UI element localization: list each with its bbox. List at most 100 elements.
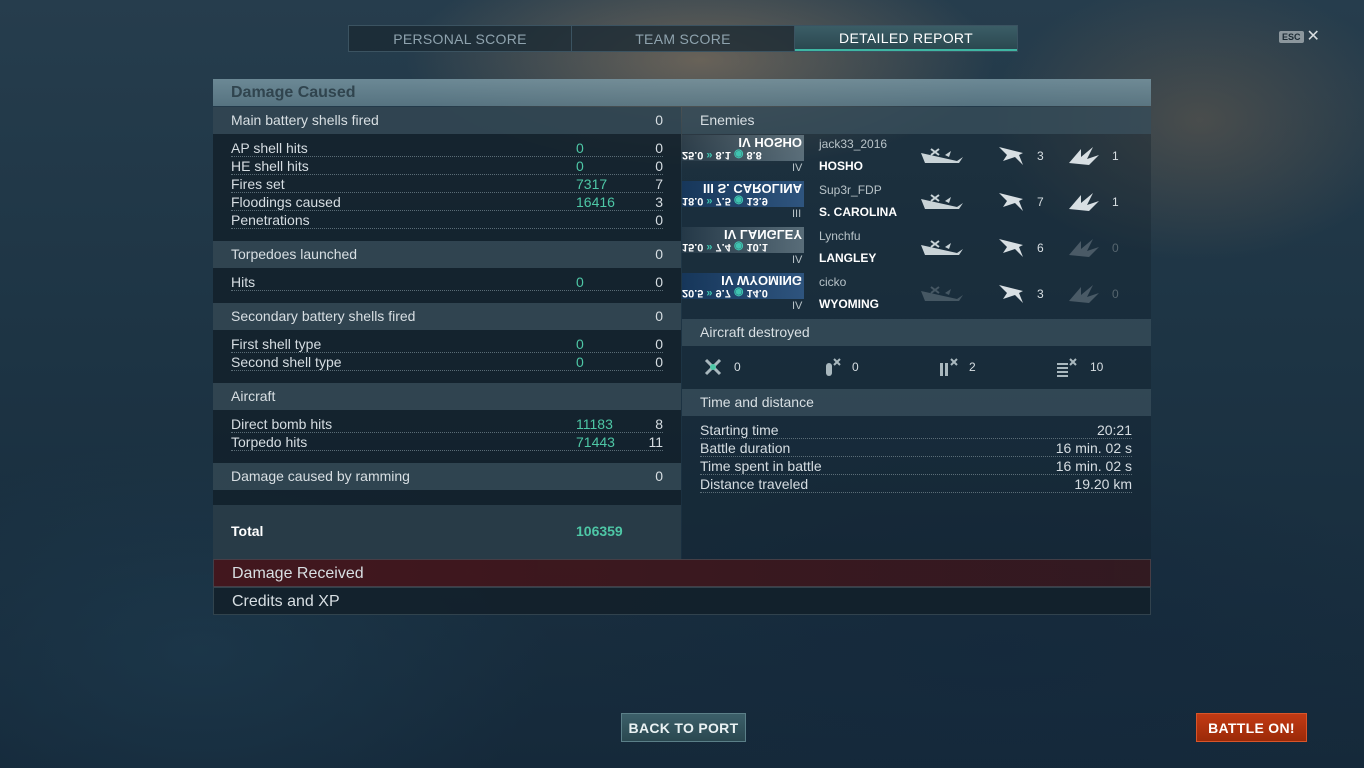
fighter-icon [704,358,722,376]
ship-plate: III S. CAROLINA 18.0» 7.5 ◉ 13.9 [682,181,804,207]
squadron-destroyed: 10 [1054,356,1103,378]
table-row: Battle duration 16 min. 02 s [700,440,1132,457]
table-row: First shell type 0 0 [231,336,663,353]
table-row: Time spent in battle 16 min. 02 s [700,458,1132,475]
torpedo-hit-icon [1067,281,1101,303]
stat-a: 18.0 [682,195,704,207]
bombers-destroyed: 0 [820,356,859,378]
damage-caused-header[interactable]: Damage Caused [213,79,1151,106]
total-label: Total [231,523,264,539]
ship-tier: IV [792,254,803,266]
close-button[interactable]: ESC ✕ [1279,29,1320,45]
secondary-label: Secondary battery shells fired [231,308,416,324]
table-row: Starting time 20:21 [700,422,1132,439]
damage-received-section[interactable]: Damage Received [213,559,1151,587]
plane-icon [997,143,1027,165]
enemy-row: IV WYOMING 20.5» 9.7 ◉ 14.0 IV cicko WYOM… [682,273,1151,319]
torpedoes-header: Torpedoes launched 0 [213,241,681,268]
ship-plate-stats: 18.0» 7.5 ◉ 13.9 [682,194,804,207]
total-value: 106359 [576,523,623,539]
tab-team-score[interactable]: TEAM SCORE [572,26,795,51]
torpedo-bombers-destroyed: 2 [937,356,976,378]
fighters-destroyed-value: 0 [734,360,741,374]
ship-name: WYOMING [819,297,879,311]
player-name: Sup3r_FDP [819,183,882,197]
secondary-count: 0 [655,308,663,324]
stat-a: 15.0 [682,241,704,253]
planes-count: 3 [1037,287,1044,301]
bomber-icon [826,358,841,376]
stat-b: 8.1 [715,149,731,161]
plane-icon [997,235,1027,257]
ship-plate: IV WYOMING 20.5» 9.7 ◉ 14.0 [682,273,804,299]
stat-a: 25.0 [682,149,704,161]
squadron-icon [1057,358,1077,377]
plane-icon [997,281,1027,303]
table-row: Hits 0 0 [231,274,663,291]
torpedo-count: 0 [1112,287,1119,301]
table-row: AP shell hits 0 0 [231,140,663,157]
table-row: Torpedo hits 71443 11 [231,434,663,451]
plane-icon [997,189,1027,211]
eye-icon: ◉ [733,240,744,252]
main-battery-count: 0 [655,112,663,128]
torpedo-count: 1 [1112,195,1119,209]
stat-c: 8.8 [746,149,762,161]
aircraft-destroyed-header: Aircraft destroyed [682,319,1151,346]
tab-detailed-report[interactable]: DETAILED REPORT [795,26,1017,51]
main-battery-label: Main battery shells fired [231,112,379,128]
bombers-destroyed-value: 0 [852,360,859,374]
chevron-icon: » [706,241,713,253]
ramming-count: 0 [655,468,663,484]
table-row: Fires set 7317 7 [231,176,663,193]
player-name: cicko [819,275,847,289]
ship-name: HOSHO [819,159,864,173]
ship-name: LANGLEY [819,251,877,265]
planes-count: 7 [1037,195,1044,209]
back-to-port-button[interactable]: BACK TO PORT [621,713,746,742]
torpedo-bombers-destroyed-value: 2 [969,360,976,374]
close-icon[interactable]: ✕ [1307,29,1320,45]
player-name: jack33_2016 [819,137,888,151]
ship-tier: III [792,208,802,220]
ship-damaged-icon [919,281,965,303]
ship-plate-stats: 25.0» 8.1 ◉ 8.8 [682,148,804,161]
ship-tier: IV [792,300,803,312]
player-name: Lynchfu [819,229,861,243]
time-distance-header: Time and distance [682,389,1151,416]
chevron-icon: » [706,149,713,161]
eye-icon: ◉ [733,286,744,298]
planes-count: 6 [1037,241,1044,255]
planes-count: 3 [1037,149,1044,163]
stat-b: 7.5 [715,195,731,207]
stat-c: 14.0 [746,287,768,299]
battle-on-button[interactable]: BATTLE ON! [1196,713,1307,742]
enemies-panel: Enemies IV HOSHO 25.0» 8.1 ◉ 8.8 IV jack3… [682,107,1151,559]
table-row: Direct bomb hits 11183 8 [231,416,663,433]
total-row: Total 106359 [213,505,681,559]
damage-caused-panel: Main battery shells fired 0 AP shell hit… [213,107,681,559]
squadron-destroyed-value: 10 [1090,360,1104,374]
aircraft-header: Aircraft [213,383,681,410]
enemy-row: III S. CAROLINA 18.0» 7.5 ◉ 13.9 III Sup3… [682,181,1151,227]
ship-plate: IV HOSHO 25.0» 8.1 ◉ 8.8 [682,135,804,161]
torpedo-hit-icon [1067,143,1101,165]
tab-personal-score[interactable]: PERSONAL SCORE [349,26,572,51]
ramming-label: Damage caused by ramming [231,468,410,484]
chevron-icon: » [706,287,713,299]
fighters-destroyed: 0 [702,356,741,378]
eye-icon: ◉ [733,148,744,160]
table-row: Floodings caused 16416 3 [231,194,663,211]
torpedo-count: 1 [1112,149,1119,163]
torpedo-bomber-icon [940,358,958,376]
torpedo-count: 0 [1112,241,1119,255]
score-tabs: PERSONAL SCORE TEAM SCORE DETAILED REPOR… [348,25,1018,52]
enemies-header: Enemies [682,107,1151,134]
ship-name: S. CAROLINA [819,205,897,219]
credits-xp-section[interactable]: Credits and XP [213,587,1151,615]
table-row: HE shell hits 0 0 [231,158,663,175]
ship-plate-stats: 20.5» 9.7 ◉ 14.0 [682,286,804,299]
eye-icon: ◉ [733,194,744,206]
table-row: Second shell type 0 0 [231,354,663,371]
enemy-row: IV HOSHO 25.0» 8.1 ◉ 8.8 IV jack33_2016 H… [682,135,1151,181]
